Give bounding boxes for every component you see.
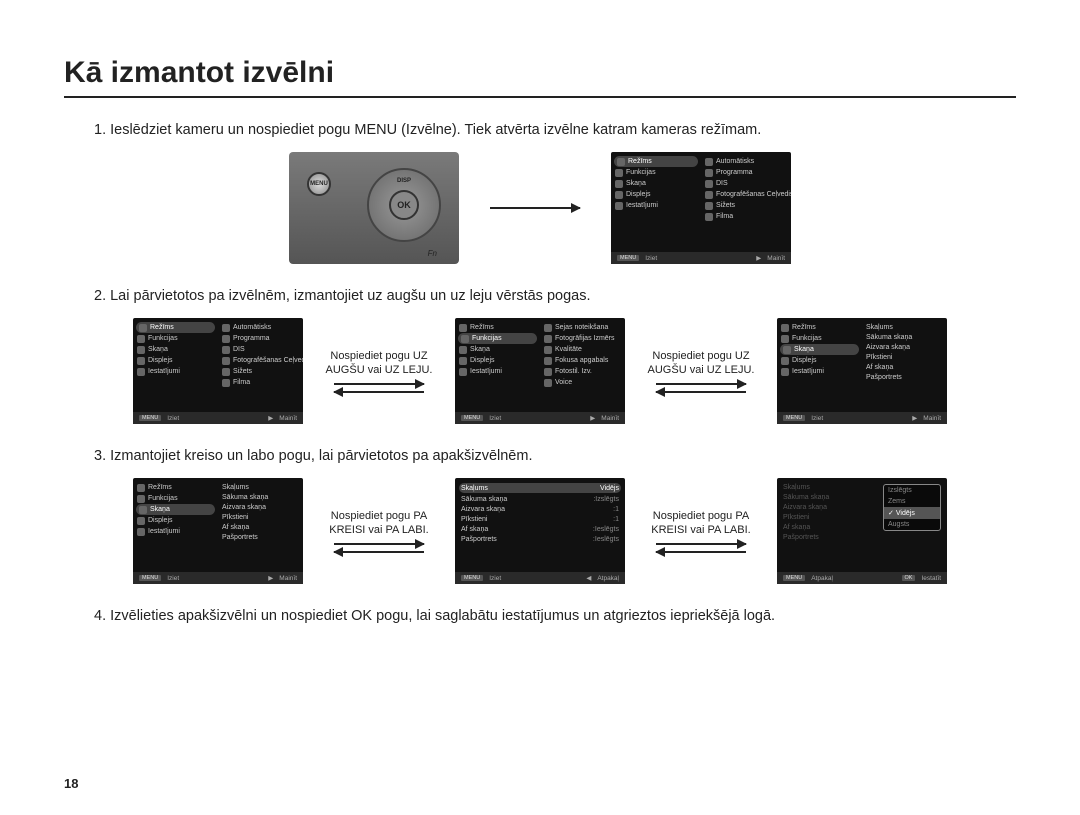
display-icon [615, 191, 623, 199]
arrow-text-updown: Nospiediet pogu UZ AUGŠU vai UZ LEJU. [319, 349, 439, 378]
camera-ok-button: OK [389, 190, 419, 220]
submenu-item: Fotografēšanas Ceļvedis [716, 191, 791, 198]
camera-dpad: DISP OK [367, 168, 441, 242]
camera-menu-button: MENU [307, 172, 331, 196]
menu-item: Režīms [628, 158, 652, 165]
camera-fn-label: Fn [428, 249, 437, 258]
step-4: 4. Izvēlieties apakšizvēlni un nospiedie… [94, 608, 1016, 624]
menu-item: Displejs [626, 191, 651, 198]
auto-icon [705, 158, 713, 166]
step-2: 2. Lai pārvietotos pa izvēlnēm, izmantoj… [94, 288, 1016, 304]
row-3: Režīms Funkcijas Skaņa Displejs Iestatīj… [64, 478, 1016, 584]
lcd-panel-f: Skaļums Sākuma skaņa Aizvara skaņa Pīkst… [777, 478, 947, 584]
lcd-panel-a: Režīms Funkcijas Skaņa Displejs Iestatīj… [133, 318, 303, 424]
step-3: 3. Izmantojiet kreiso un labo pogu, lai … [94, 448, 1016, 464]
menu-tag: MENU [617, 255, 639, 261]
row-1: MENU DISP OK Fn Režīms Funkcijas Skaņa D… [64, 152, 1016, 264]
submenu-item: Programma [716, 169, 753, 176]
lcd-panel-e: SkaļumsVidējs Sākuma skaņa:Izslēgts Aizv… [455, 478, 625, 584]
arrow-text-updown: Nospiediet pogu UZ AUGŠU vai UZ LEJU. [641, 349, 761, 378]
menu-item: Funkcijas [626, 169, 656, 176]
lcd-panel-c: Režīms Funkcijas Skaņa Displejs Iestatīj… [777, 318, 947, 424]
menu-item: Iestatījumi [626, 202, 658, 209]
lcd-panel-d: Režīms Funkcijas Skaņa Displejs Iestatīj… [133, 478, 303, 584]
arrow-text-leftright: Nospiediet pogu PA KREISI vai PA LABI. [641, 509, 761, 538]
camera-back-panel: MENU DISP OK Fn [289, 152, 459, 264]
arrow-left-icon [656, 551, 746, 553]
camera-disp-label: DISP [397, 178, 411, 184]
gear-icon [615, 169, 623, 177]
submenu-item: Filma [716, 213, 733, 220]
lcd-footer: MENU Iziet ▶ Mainīt [611, 252, 791, 264]
arrow-text-leftright: Nospiediet pogu PA KREISI vai PA LABI. [319, 509, 439, 538]
submenu-item: DIS [716, 180, 728, 187]
menu-item: Skaņa [626, 180, 646, 187]
arrow-left-icon [656, 391, 746, 393]
sound-icon [615, 180, 623, 188]
page-title: Kā izmantot izvēlni [64, 56, 1016, 98]
lcd-panel-b: Režīms Funkcijas Skaņa Displejs Iestatīj… [455, 318, 625, 424]
settings-icon [615, 202, 623, 210]
step-1: 1. Ieslēdziet kameru un nospiediet pogu … [94, 122, 1016, 138]
dis-icon [705, 180, 713, 188]
film-icon [705, 213, 713, 221]
arrow-right-icon [334, 543, 424, 545]
submenu-item: Sižets [716, 202, 735, 209]
arrow-right-icon [656, 383, 746, 385]
arrow-left-icon [334, 391, 424, 393]
row-2: Režīms Funkcijas Skaņa Displejs Iestatīj… [64, 318, 1016, 424]
program-icon [705, 169, 713, 177]
footer-change: Mainīt [767, 255, 785, 262]
guide-icon [705, 191, 713, 199]
camera-icon [617, 158, 625, 166]
arrow-right-icon [490, 207, 580, 209]
arrow-right-icon [656, 543, 746, 545]
arrow-left-icon [334, 551, 424, 553]
arrow-right-icon [334, 383, 424, 385]
page-number: 18 [64, 776, 78, 791]
footer-exit: Iziet [645, 255, 657, 262]
scene-icon [705, 202, 713, 210]
submenu-item: Automātisks [716, 158, 754, 165]
options-popup: Izslēgts Zems ✓Vidējs Augsts [883, 484, 941, 531]
arrow-block [475, 207, 595, 209]
lcd-main-menu: Režīms Funkcijas Skaņa Displejs Iestatīj… [611, 152, 791, 264]
